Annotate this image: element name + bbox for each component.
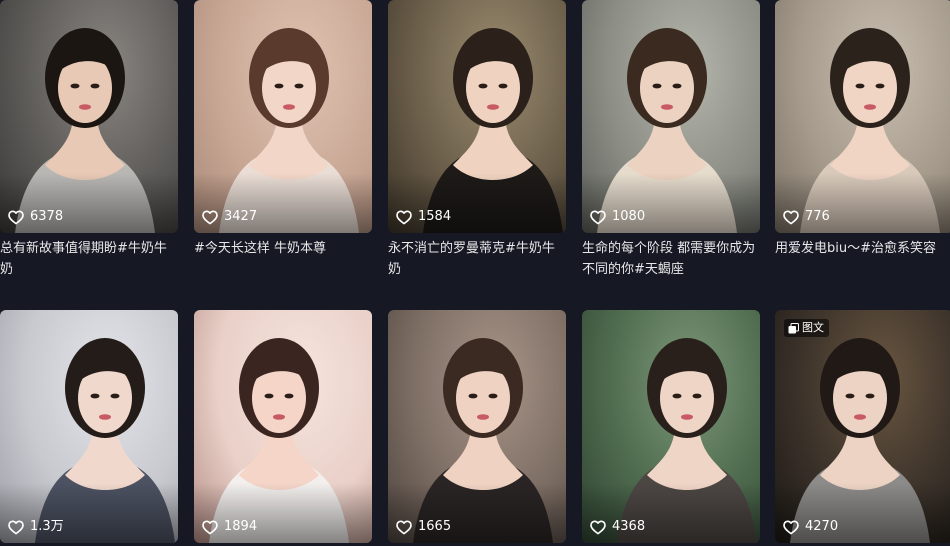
heart-icon: [8, 210, 24, 224]
heart-icon: [202, 520, 218, 534]
video-thumbnail[interactable]: 图文 4270: [775, 310, 950, 543]
video-thumbnail[interactable]: 3427: [194, 0, 372, 233]
heart-icon: [783, 210, 799, 224]
video-caption[interactable]: 用爱发电biu～#治愈系笑容: [775, 238, 950, 259]
video-thumbnail[interactable]: 1665: [388, 310, 566, 543]
like-count: 4368: [590, 518, 645, 536]
heart-icon: [590, 520, 606, 534]
video-caption[interactable]: #今天长这样 牛奶本尊: [194, 238, 372, 259]
video-thumbnail[interactable]: 4368: [582, 310, 760, 543]
like-count: 776: [783, 208, 830, 226]
like-count-value: 1894: [224, 519, 258, 534]
heart-icon: [783, 520, 799, 534]
image-post-badge: 图文: [784, 319, 829, 337]
like-count-value: 4368: [612, 519, 646, 534]
heart-icon: [396, 520, 412, 534]
like-count-value: 1584: [418, 209, 452, 224]
video-card[interactable]: 4368: [582, 310, 760, 543]
video-thumbnail[interactable]: 6378: [0, 0, 178, 233]
badge-label: 图文: [802, 321, 824, 334]
like-count-value: 4270: [805, 519, 839, 534]
like-count: 3427: [202, 208, 257, 226]
like-count-value: 1.3万: [30, 519, 64, 534]
like-count-value: 1665: [418, 519, 452, 534]
heart-icon: [396, 210, 412, 224]
video-card[interactable]: 1080 生命的每个阶段 都需要你成为不同的你#天蝎座: [582, 0, 760, 280]
video-card[interactable]: 1.3万: [0, 310, 178, 543]
video-caption[interactable]: 总有新故事值得期盼#牛奶牛奶: [0, 238, 178, 280]
like-count: 1894: [202, 518, 257, 536]
like-count: 1.3万: [8, 518, 64, 536]
heart-icon: [202, 210, 218, 224]
video-grid: 6378 总有新故事值得期盼#牛奶牛奶 3427 #今天长这样 牛奶本尊 158…: [0, 0, 950, 546]
video-thumbnail[interactable]: 1894: [194, 310, 372, 543]
like-count: 4270: [783, 518, 838, 536]
like-count: 1665: [396, 518, 451, 536]
video-caption[interactable]: 生命的每个阶段 都需要你成为不同的你#天蝎座: [582, 238, 760, 280]
like-count-value: 776: [805, 209, 830, 224]
heart-icon: [8, 520, 24, 534]
video-card[interactable]: 3427 #今天长这样 牛奶本尊: [194, 0, 372, 259]
video-card[interactable]: 1665: [388, 310, 566, 543]
like-count: 6378: [8, 208, 63, 226]
video-thumbnail[interactable]: 1584: [388, 0, 566, 233]
video-thumbnail[interactable]: 776: [775, 0, 950, 233]
heart-icon: [590, 210, 606, 224]
like-count: 1080: [590, 208, 645, 226]
video-card[interactable]: 1894: [194, 310, 372, 543]
video-thumbnail[interactable]: 1.3万: [0, 310, 178, 543]
video-thumbnail[interactable]: 1080: [582, 0, 760, 233]
video-card[interactable]: 1584 永不消亡的罗曼蒂克#牛奶牛奶: [388, 0, 566, 280]
video-card[interactable]: 图文 4270: [775, 310, 950, 543]
like-count-value: 1080: [612, 209, 646, 224]
gallery-icon: [788, 322, 799, 333]
video-card[interactable]: 6378 总有新故事值得期盼#牛奶牛奶: [0, 0, 178, 280]
like-count-value: 6378: [30, 209, 64, 224]
video-card[interactable]: 776 用爱发电biu～#治愈系笑容: [775, 0, 950, 259]
like-count: 1584: [396, 208, 451, 226]
video-caption[interactable]: 永不消亡的罗曼蒂克#牛奶牛奶: [388, 238, 566, 280]
like-count-value: 3427: [224, 209, 258, 224]
